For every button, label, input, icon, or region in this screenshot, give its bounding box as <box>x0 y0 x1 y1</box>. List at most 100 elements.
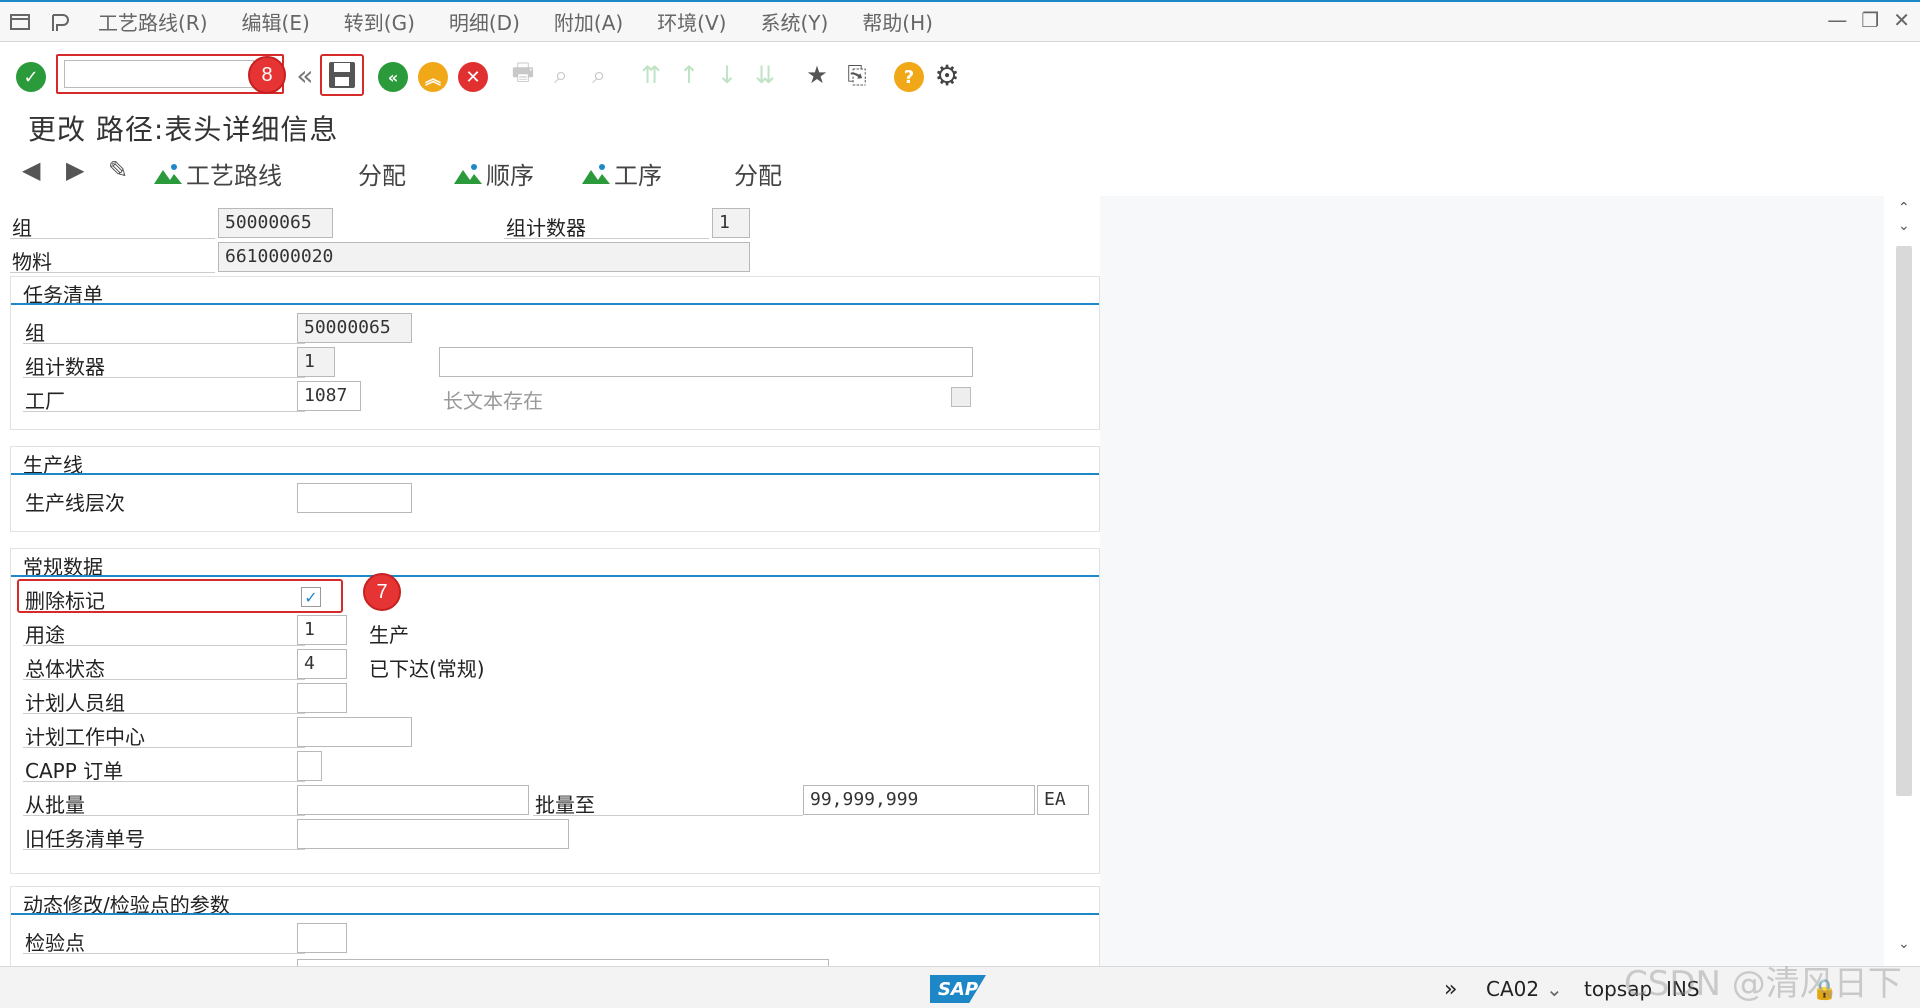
usage-label: 用途 <box>25 623 65 647</box>
next-page-icon: ↓ <box>716 61 738 89</box>
menu-details[interactable]: 明细(D) <box>449 7 520 36</box>
tl-plant-label: 工厂 <box>25 389 65 413</box>
settings-icon[interactable]: ⚙ <box>932 59 962 92</box>
application-toolbar: ◀ ▶ ✎ 工艺路线 分配 顺序 工序 分配 <box>0 150 1920 194</box>
usage-field[interactable]: 1 <box>297 615 347 645</box>
tl-counter-label: 组计数器 <box>25 355 105 379</box>
status-label: 总体状态 <box>25 657 105 681</box>
prodline-group: 生产线 生产线层次 <box>10 446 1100 532</box>
save-button[interactable] <box>320 54 364 96</box>
watermark: CSDN @清风日下 <box>1624 964 1902 1004</box>
print-icon: 🖶 <box>511 57 535 86</box>
operation-label: 工序 <box>614 162 662 190</box>
sap-p-icon[interactable] <box>40 2 80 42</box>
vertical-scrollbar[interactable]: ⌃ ⌄ ⌄ <box>1890 196 1920 966</box>
deletion-flag-checkbox[interactable]: ✓ <box>301 587 321 607</box>
deletion-flag-label: 删除标记 <box>25 589 105 613</box>
menu-environment[interactable]: 环境(V) <box>657 7 726 36</box>
menu-goto[interactable]: 转到(G) <box>344 7 415 36</box>
tasklist-group: 任务清单 组 50000065 组计数器 1 工厂 1087 长文本存在 <box>10 276 1100 430</box>
partial-lot-field[interactable] <box>297 959 829 966</box>
next-icon[interactable]: ▶ <box>66 156 84 184</box>
tl-longtext-checkbox <box>951 387 971 407</box>
command-field[interactable] <box>64 60 254 88</box>
group-field[interactable]: 50000065 <box>218 208 333 238</box>
scroll-thumb[interactable] <box>1896 246 1912 796</box>
mountain-icon <box>582 163 610 184</box>
tl-plant-field[interactable]: 1087 <box>297 381 361 411</box>
routing-button[interactable]: 工艺路线 <box>154 156 282 191</box>
previous-page-icon: ↑ <box>678 61 700 89</box>
page-title: 更改 路径:表头详细信息 <box>28 113 339 146</box>
prodline-level-label: 生产线层次 <box>25 491 125 515</box>
first-page-icon: ⇈ <box>640 61 662 89</box>
tl-counter-field[interactable]: 1 <box>297 347 335 377</box>
previous-icon[interactable]: ◀ <box>22 156 40 184</box>
right-pane <box>1100 196 1884 966</box>
close-window-icon[interactable]: ✕ <box>1893 8 1910 32</box>
menu-system[interactable]: 系统(Y) <box>760 7 828 36</box>
scroll-up-icon[interactable]: ⌃ <box>1898 200 1910 216</box>
prodline-level-field[interactable] <box>297 483 412 513</box>
assign-button-1[interactable]: 分配 <box>358 156 406 191</box>
sequence-button[interactable]: 顺序 <box>454 156 534 191</box>
shortcut-icon[interactable]: ⎘ <box>842 60 872 90</box>
sap-logo: SAP <box>930 975 986 1003</box>
material-field[interactable]: 6610000020 <box>218 242 750 272</box>
old-tasklist-label: 旧任务清单号 <box>25 827 145 851</box>
last-page-icon: ⇊ <box>754 61 776 89</box>
menu-toggle-icon[interactable] <box>0 2 40 42</box>
mountain-icon <box>154 163 182 184</box>
menu-bar: 工艺路线(R) 编辑(E) 转到(G) 明细(D) 附加(A) 环境(V) 系统… <box>0 0 1920 42</box>
help-icon[interactable]: ? <box>894 62 924 92</box>
edit-doc-icon[interactable]: ✎ <box>108 156 128 184</box>
status-text: 已下达(常规) <box>369 657 485 681</box>
operation-button[interactable]: 工序 <box>582 156 662 191</box>
assign-label-2: 分配 <box>734 162 782 190</box>
old-tasklist-field[interactable] <box>297 819 569 849</box>
menu-edit[interactable]: 编辑(E) <box>242 7 310 36</box>
find-next-icon: ⌕ <box>592 61 606 89</box>
main-content: 组 50000065 组计数器 1 物料 6610000020 任务清单 组 5… <box>0 196 1884 966</box>
workcenter-label: 计划工作中心 <box>25 725 145 749</box>
restore-icon[interactable]: ❐ <box>1861 8 1879 32</box>
unit-field[interactable]: EA <box>1037 785 1089 815</box>
standard-toolbar: ✓ 8 « « ︽ ✕ 🖶 ⌕ ⌕ ⇈ ↑ ↓ ⇊ ★ ⎘ ? ⚙ <box>0 42 1920 112</box>
menu-help[interactable]: 帮助(H) <box>862 7 933 36</box>
workcenter-field[interactable] <box>297 717 412 747</box>
minimize-icon[interactable]: — <box>1827 8 1847 32</box>
tcode-text: CA02 <box>1486 977 1540 1001</box>
capp-order-label: CAPP 订单 <box>25 759 124 783</box>
from-lot-label: 从批量 <box>25 793 85 817</box>
scroll-down-small-icon[interactable]: ⌄ <box>1898 218 1910 234</box>
from-lot-field[interactable] <box>297 785 529 815</box>
planner-group-field[interactable] <box>297 683 347 713</box>
menu-extras[interactable]: 附加(A) <box>554 7 623 36</box>
tl-description-field[interactable] <box>439 347 973 377</box>
expand-icon[interactable]: « <box>290 59 320 92</box>
assign-button-2[interactable]: 分配 <box>734 156 782 191</box>
scroll-down-icon[interactable]: ⌄ <box>1898 936 1910 952</box>
exit-icon[interactable]: ︽ <box>418 62 448 92</box>
inspection-point-field[interactable] <box>297 923 347 953</box>
assign-label-1: 分配 <box>358 162 406 190</box>
session-dropdown-icon[interactable]: ⌄ <box>1546 977 1563 1001</box>
back-icon[interactable]: « <box>378 62 408 92</box>
menu-routing[interactable]: 工艺路线(R) <box>98 7 208 36</box>
tl-group-field[interactable]: 50000065 <box>297 313 412 343</box>
group-counter-field[interactable]: 1 <box>712 208 750 238</box>
usage-text: 生产 <box>369 623 409 647</box>
expand-status-icon[interactable]: » <box>1444 977 1457 1002</box>
enter-icon[interactable]: ✓ <box>16 62 46 92</box>
group-label: 组 <box>12 216 32 240</box>
cancel-icon[interactable]: ✕ <box>458 62 488 92</box>
planner-group-label: 计划人员组 <box>25 691 125 715</box>
create-session-icon[interactable]: ★ <box>802 60 832 90</box>
mountain-icon <box>454 163 482 184</box>
material-label: 物料 <box>12 250 52 274</box>
find-icon: ⌕ <box>554 61 568 89</box>
capp-order-field[interactable] <box>297 751 322 781</box>
to-lot-field[interactable]: 99,999,999 <box>803 785 1035 815</box>
window-controls: — ❐ ✕ <box>1827 8 1910 32</box>
status-field[interactable]: 4 <box>297 649 347 679</box>
